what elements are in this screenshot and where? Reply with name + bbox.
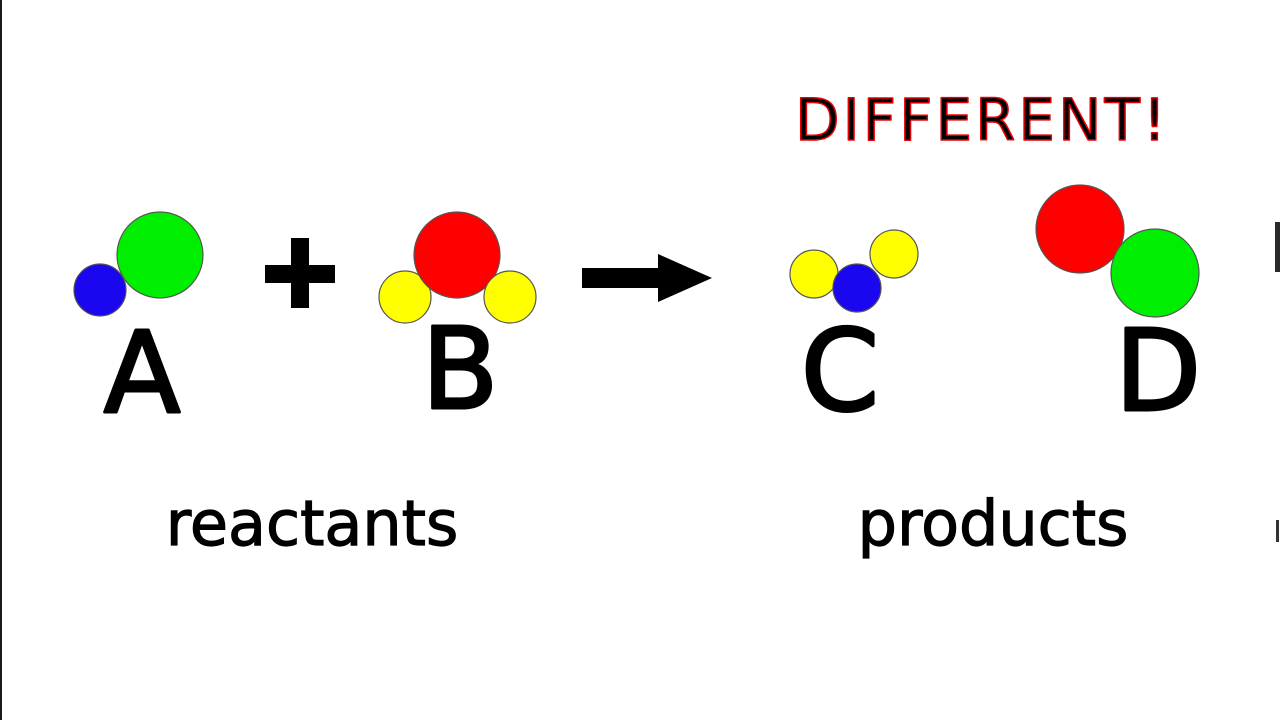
atom-d-2 (1110, 228, 1200, 318)
molecule-c (789, 229, 919, 313)
reactants-label: reactants (166, 487, 459, 560)
molecule-a (73, 211, 204, 317)
atom-c-3 (869, 229, 919, 279)
molecule-d (1035, 184, 1200, 318)
different-annotation: DIFFERENT! (795, 86, 1169, 154)
atom-a-2 (116, 211, 204, 299)
label-a: A (104, 309, 181, 439)
reaction-diagram: DIFFERENT! A B C D reactants products (0, 0, 1280, 720)
atom-d-1 (1035, 184, 1125, 274)
atom-c-2 (832, 263, 882, 313)
atom-c-1 (789, 249, 839, 299)
label-d: D (1115, 307, 1201, 437)
plus-icon (265, 238, 335, 308)
right-arrow-icon (582, 254, 712, 302)
label-b: B (422, 305, 499, 435)
label-c: C (801, 307, 879, 437)
diagram-canvas: DIFFERENT! A B C D reactants products (73, 85, 1203, 561)
products-label: products (858, 487, 1129, 560)
